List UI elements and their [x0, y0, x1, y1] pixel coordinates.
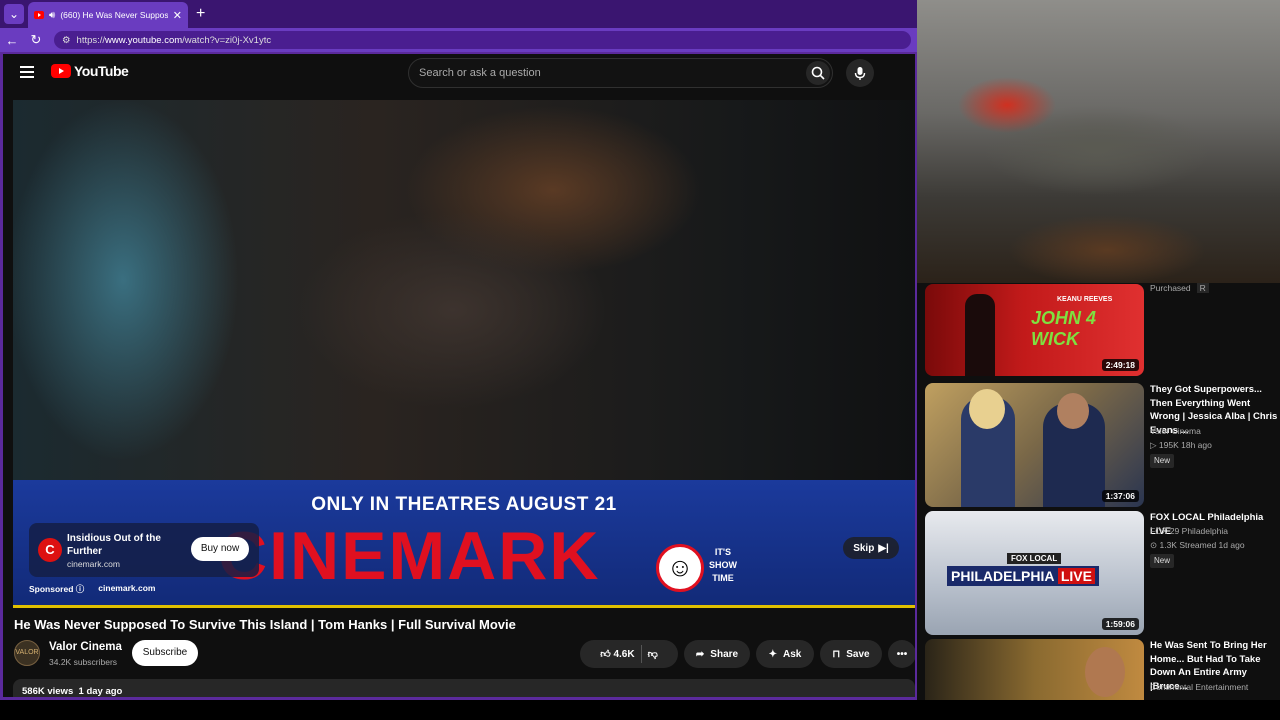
sparkle-icon: ✦	[768, 648, 778, 660]
ad-brand-logo: CINEMARK	[218, 518, 601, 594]
sponsored-label: Sponsored ⓘ	[29, 584, 85, 594]
ask-button[interactable]: ✦ Ask	[756, 640, 814, 668]
recommended-thumbnail[interactable]: 1:37:06	[925, 383, 1144, 507]
youtube-logo[interactable]: YouTube	[51, 63, 129, 79]
ad-title: Insidious Out of the Further	[67, 533, 161, 557]
ad-banner[interactable]: ONLY IN THEATRES AUGUST 21 CINEMARK ☺ IT…	[13, 480, 915, 608]
url-text: https://www.youtube.com/watch?v=zi0j-Xv1…	[76, 34, 272, 46]
subscribe-button[interactable]: Subscribe	[132, 640, 198, 666]
tab-title: (660) He Was Never Suppose	[60, 10, 168, 20]
upload-age: 1 day ago	[78, 686, 123, 697]
recommended-thumbnail[interactable]: FOX LOCAL PHILADELPHIA LIVE 1:59:06	[925, 511, 1144, 635]
search-input[interactable]: Search or ask a question	[408, 58, 833, 88]
browser-window: ⌄ 🔊︎ (660) He Was Never Suppose ✕ + ← ↻ …	[0, 0, 917, 700]
recommended-meta: FOX 29 Philadelphia ⊙ 1.3K Streamed 1d a…	[1150, 525, 1245, 568]
video-player[interactable]: ONLY IN THEATRES AUGUST 21 CINEMARK ☺ IT…	[13, 100, 915, 608]
reload-icon[interactable]: ↻	[24, 32, 48, 48]
channel-avatar[interactable]: VALOR	[14, 640, 40, 666]
info-icon[interactable]: ⓘ	[76, 584, 85, 594]
recommended-thumbnail[interactable]	[925, 639, 1144, 700]
speaker-icon[interactable]: 🔊︎	[49, 10, 55, 21]
tab-bar: ⌄ 🔊︎ (660) He Was Never Suppose ✕ +	[0, 0, 917, 28]
skip-next-icon: ▶︎|	[878, 542, 889, 554]
ad-footer-domain[interactable]: cinemark.com	[98, 583, 155, 595]
buy-now-button[interactable]: Buy now	[191, 537, 249, 561]
video-title: He Was Never Supposed To Survive This Is…	[14, 617, 516, 632]
menu-icon[interactable]	[20, 66, 34, 78]
youtube-page: YouTube Search or ask a question ONLY IN…	[3, 54, 915, 697]
search-icon[interactable]	[806, 61, 830, 85]
close-tab-icon[interactable]: ✕	[173, 9, 182, 22]
new-tab-button[interactable]: +	[196, 4, 205, 24]
skip-ad-button[interactable]: Skip ▶︎|	[843, 537, 899, 559]
cinemark-logo-icon: C	[38, 538, 62, 562]
share-icon: ➦	[695, 648, 705, 660]
ad-info-card[interactable]: C Insidious Out of the Further cinemark.…	[29, 523, 259, 577]
channel-name[interactable]: Valor Cinema	[49, 641, 122, 653]
search-placeholder: Search or ask a question	[419, 67, 541, 79]
share-button[interactable]: ➦ Share	[684, 640, 750, 668]
smiley-logo-icon: ☺	[656, 544, 704, 592]
masthead: YouTube Search or ask a question	[3, 54, 915, 94]
dislike-icon[interactable]: 👎︎	[648, 648, 658, 660]
webcam-overlay	[917, 0, 1280, 283]
address-bar-row: ← ↻ ⚙︎ https://www.youtube.com/watch?v=z…	[0, 28, 917, 52]
video-frame	[13, 100, 915, 480]
like-dislike-group: 👍︎ 4.6K 👎︎	[580, 640, 678, 668]
microphone-icon[interactable]	[846, 59, 874, 87]
recommended-thumbnail[interactable]: KEANU REEVES JOHN 4 WICK 2:49:18	[925, 284, 1144, 376]
recommended-meta: Continental Entertainment	[1150, 682, 1249, 692]
tab-search-button[interactable]: ⌄	[4, 4, 24, 24]
window-border	[0, 697, 917, 700]
youtube-favicon-icon	[34, 11, 44, 19]
description-box[interactable]: 586K views 1 day ago	[13, 679, 915, 697]
bookmark-icon: ⊓	[832, 648, 841, 660]
recommended-meta: Valor Cinema ▷ 195K 18h ago New	[1150, 425, 1212, 468]
like-button[interactable]: 👍︎ 4.6K	[600, 648, 634, 660]
view-count: 586K views	[22, 686, 74, 697]
subscriber-count: 34.2K subscribers	[49, 657, 118, 667]
ad-footer: Sponsored ⓘ cinemark.com	[29, 583, 155, 595]
ad-domain: cinemark.com	[67, 559, 120, 569]
tab-youtube[interactable]: 🔊︎ (660) He Was Never Suppose ✕	[28, 2, 188, 28]
showtime-tagline: IT'S SHOW TIME	[709, 547, 737, 583]
site-info-icon[interactable]: ⚙︎	[62, 35, 71, 46]
back-arrow-icon[interactable]: ←	[0, 33, 24, 48]
more-actions-icon[interactable]: •••	[888, 640, 915, 668]
recommendations-sidebar: Purchased R KEANU REEVES JOHN 4 WICK 2:49…	[917, 0, 1280, 700]
purchased-meta: Purchased R	[1150, 283, 1209, 293]
url-field[interactable]: ⚙︎ https://www.youtube.com/watch?v=zi0j-…	[54, 31, 911, 49]
ad-headline: ONLY IN THEATRES AUGUST 21	[311, 494, 617, 515]
save-button[interactable]: ⊓ Save	[820, 640, 882, 668]
youtube-play-icon	[51, 64, 71, 78]
